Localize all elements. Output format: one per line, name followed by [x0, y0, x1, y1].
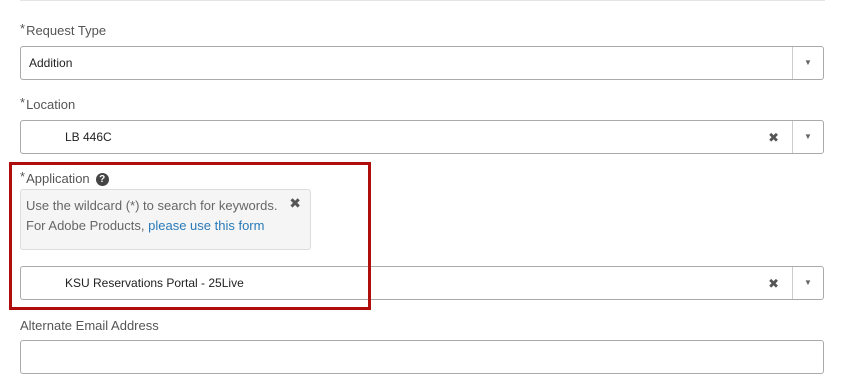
application-value: KSU Reservations Portal - 25Live — [65, 276, 244, 290]
application-label: *Application? — [20, 169, 109, 187]
clear-icon[interactable]: ✖ — [768, 267, 779, 299]
alternate-email-field[interactable] — [20, 340, 824, 374]
application-label-text: Application — [26, 171, 90, 186]
clear-icon[interactable]: ✖ — [768, 121, 779, 153]
application-hint: Use the wildcard (*) to search for keywo… — [20, 189, 311, 250]
request-type-label: *Request Type — [20, 21, 107, 39]
hint-text: Use the wildcard (*) to search for keywo… — [26, 198, 278, 213]
location-value: LB 446C — [65, 130, 112, 144]
required-marker: * — [20, 21, 26, 36]
location-label-text: Location — [26, 97, 76, 112]
request-type-value: Addition — [29, 56, 73, 70]
required-marker: * — [20, 95, 26, 110]
chevron-down-icon[interactable]: ▼ — [793, 47, 823, 79]
help-icon[interactable]: ? — [95, 173, 109, 186]
chevron-down-icon[interactable]: ▼ — [793, 267, 823, 299]
adobe-form-link[interactable]: please use this form — [148, 218, 264, 233]
request-type-label-text: Request Type — [26, 23, 107, 38]
request-type-select[interactable]: Addition ▼ — [20, 46, 824, 80]
close-icon[interactable]: ✖ — [289, 196, 301, 210]
location-label: *Location — [20, 95, 76, 113]
section-divider — [20, 0, 825, 1]
alternate-email-label: Alternate Email Address — [20, 318, 159, 333]
application-select[interactable]: KSU Reservations Portal - 25Live ✖ ▼ — [20, 266, 824, 300]
request-form: *Request Type Addition ▼ *Location LB 44… — [0, 0, 843, 387]
location-select[interactable]: LB 446C ✖ ▼ — [20, 120, 824, 154]
chevron-down-icon[interactable]: ▼ — [793, 121, 823, 153]
hint-adobe-line: For Adobe Products, please use this form — [26, 218, 264, 234]
required-marker: * — [20, 169, 26, 184]
hint-adobe-prefix: For Adobe Products, — [26, 218, 149, 233]
